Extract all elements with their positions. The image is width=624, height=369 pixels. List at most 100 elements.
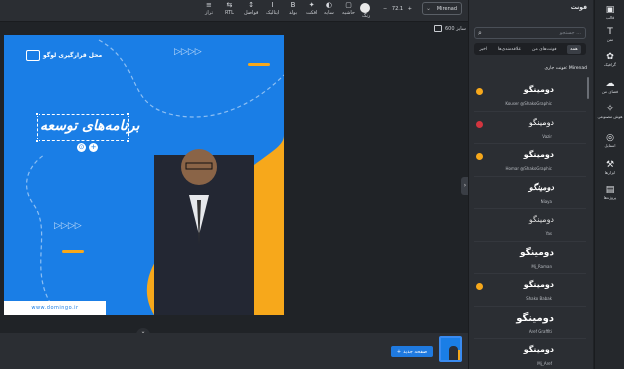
font-list-item[interactable]: دومینگو Homar @ShakoGraphic — [474, 144, 586, 177]
logo-placeholder[interactable]: محل قرارگیری لوگو — [26, 50, 102, 61]
sidebar-item-templates[interactable]: ▣ قالب — [595, 5, 624, 20]
rtl-button[interactable]: ⇆ RTL — [225, 1, 234, 16]
font-name: Aref Graffiti — [528, 328, 552, 334]
shadow-icon: ◐ — [325, 1, 332, 9]
star-icon[interactable] — [476, 88, 483, 95]
font-list-item[interactable]: دومینگو Kouser @ShakoGraphic — [474, 79, 586, 112]
font-name: Mj_Aref — [537, 361, 552, 366]
resize-handle[interactable] — [126, 112, 130, 116]
font-family-select[interactable]: ⌄ Mirenad — [422, 2, 462, 15]
font-sample: دومینگو — [528, 215, 554, 224]
font-list-item[interactable]: دومینگو Yas — [474, 209, 586, 242]
selection-tools: ⊙ + — [77, 143, 98, 152]
effect-button[interactable]: ✦ افکت — [306, 1, 317, 16]
font-list-item[interactable]: دومینگو Aref Graffiti — [474, 307, 586, 339]
page-thumbnail[interactable] — [439, 336, 462, 362]
website-url[interactable]: www.domingo.ir — [4, 301, 106, 315]
font-family-value: Mirenad — [436, 5, 457, 12]
font-list-scrollbar[interactable] — [587, 77, 589, 99]
tab-favorites[interactable]: علاقه‌مندی‌ها — [498, 47, 521, 52]
bold-button[interactable]: B بولد — [289, 1, 297, 16]
new-page-button[interactable]: + صفحه جدید — [391, 346, 433, 357]
rotate-icon[interactable]: ⊙ — [77, 143, 86, 152]
artboard[interactable]: محل قرارگیری لوگو ▷▷▷▷ ▷▷▷▷ برنامه‌های ت… — [4, 35, 284, 315]
search-placeholder: جستجو ... — [559, 30, 581, 36]
sidebar-item-projects[interactable]: ▤ پروژه‌ها — [595, 185, 624, 200]
stroke-button[interactable]: ▢ حاشیه — [342, 1, 355, 16]
size-label[interactable]: سایز 600 — [434, 25, 466, 32]
font-panel: فونت ⌕ جستجو ... اخیر علاقه‌مندی‌ها فونت… — [468, 0, 593, 369]
cloud-icon: ☁ — [605, 79, 615, 89]
spacing-icon: ↕ — [248, 1, 255, 9]
sidebar-item-label: فضای من — [601, 89, 619, 94]
star-icon[interactable] — [476, 283, 483, 290]
font-sample: دومینگو — [523, 150, 554, 159]
arrows-bottom: ▷▷▷▷ — [54, 221, 82, 231]
font-sample: دومینگو — [523, 280, 554, 289]
thumbnail-photo — [449, 346, 458, 360]
sidebar-item-style[interactable]: ◎ استایل — [595, 133, 624, 148]
shadow-button[interactable]: ◐ سایه — [324, 1, 334, 16]
sidebar-item-text[interactable]: T متن — [595, 27, 624, 42]
tab-all[interactable]: همه — [567, 44, 581, 54]
tab-my-fonts[interactable]: فونت‌های من — [532, 47, 557, 52]
font-name: Kouser @ShakoGraphic — [505, 101, 552, 106]
resize-handle[interactable] — [126, 139, 130, 143]
sidebar-item-graphics[interactable]: ✿ گرافیک — [595, 52, 624, 67]
resize-icon — [434, 25, 442, 32]
effect-label: افکت — [306, 10, 318, 16]
size-label-text: سایز 600 — [445, 25, 466, 32]
arrows-top: ▷▷▷▷ — [174, 47, 202, 57]
chevron-down-icon: ⌄ — [140, 328, 146, 335]
font-tabs: اخیر علاقه‌مندی‌ها فونت‌های من همه — [474, 43, 586, 55]
align-button[interactable]: ≡ تراز — [205, 1, 213, 16]
spacing-button[interactable]: ↕ فواصل — [244, 1, 258, 16]
font-size-stepper[interactable]: − 72.1 + — [381, 3, 414, 14]
star-icon[interactable] — [476, 153, 483, 160]
bold-icon: B — [290, 1, 296, 9]
search-icon: ⌕ — [478, 29, 482, 37]
add-icon[interactable]: + — [89, 143, 98, 152]
font-list-item[interactable]: دومینگو Vazir — [474, 112, 586, 144]
italic-button[interactable]: I ایتالیک — [266, 1, 279, 16]
projects-icon: ▤ — [605, 185, 615, 195]
rtl-label: RTL — [225, 10, 234, 16]
artboard-shapes — [25, 39, 284, 315]
graphics-icon: ✿ — [606, 52, 614, 62]
color-swatch[interactable] — [360, 3, 370, 13]
editor-root: ≡ تراز ⇆ RTL ↕ فواصل I ایتالیک B بولد ✦ افکت ◐… — [0, 0, 624, 369]
font-name: Yas — [545, 231, 552, 236]
sidebar-item-tools[interactable]: ⚒ ابزارها — [595, 160, 624, 175]
sidebar-item-label: گرافیک — [604, 62, 616, 67]
sidebar-item-label: متن — [606, 37, 614, 42]
effect-icon: ✦ — [308, 1, 315, 9]
new-page-label: صفحه جدید — [403, 348, 428, 355]
size-minus-button[interactable]: − — [383, 6, 387, 12]
font-list-item[interactable]: دومینگو Niaya — [474, 177, 586, 209]
font-sample: دومینگو — [528, 182, 554, 192]
text-icon: T — [607, 27, 613, 37]
collapse-toggle[interactable]: ⌄ — [136, 328, 150, 336]
logo-text: محل قرارگیری لوگو — [43, 52, 103, 59]
font-list-item[interactable]: دومینگو Mj_Aref — [474, 339, 586, 369]
resize-handle[interactable] — [35, 139, 39, 143]
font-name: Homar @ShakoGraphic — [505, 166, 552, 171]
size-plus-button[interactable]: + — [408, 6, 412, 12]
sidebar-item-label: ابزارها — [604, 170, 616, 175]
accent-dash-bottom — [62, 250, 84, 253]
tab-recent[interactable]: اخیر — [479, 47, 487, 52]
font-name: Mj_Raman — [531, 263, 552, 269]
font-size-value[interactable]: 72.1 — [392, 6, 403, 12]
sidebar-item-ai[interactable]: ✧ هوش مصنوعی — [595, 104, 624, 119]
title-text[interactable]: برنامه‌های توسعه — [40, 118, 139, 134]
font-list-item[interactable]: دومینگو Mj_Raman — [474, 242, 586, 274]
font-list: دومینگو Kouser @ShakoGraphic دومینگو Vazir… — [474, 79, 586, 369]
font-search-input[interactable]: ⌕ جستجو ... — [474, 27, 586, 39]
heart-icon[interactable] — [476, 120, 483, 128]
bold-label: بولد — [289, 10, 298, 16]
align-icon: ≡ — [206, 1, 212, 9]
font-list-item[interactable]: دومینگو Shako Babak — [474, 274, 586, 307]
resize-handle[interactable] — [35, 112, 39, 116]
sidebar-item-my-space[interactable]: ☁ فضای من — [595, 79, 624, 94]
tools-icon: ⚒ — [605, 160, 615, 170]
